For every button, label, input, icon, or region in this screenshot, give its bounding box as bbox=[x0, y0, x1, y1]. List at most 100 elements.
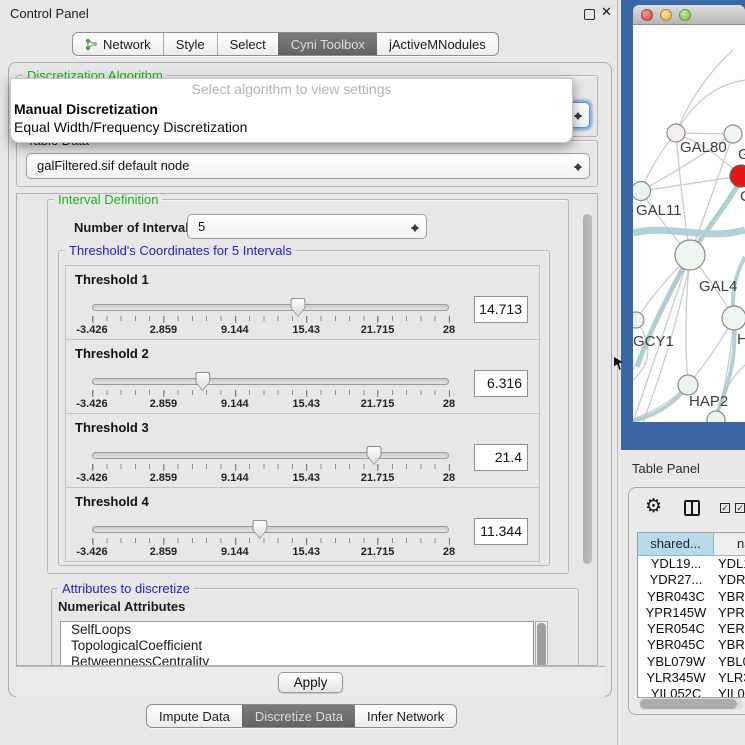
gear-icon[interactable]: ⚙ bbox=[645, 495, 662, 518]
attribute-list-item[interactable]: BetweennessCentrality bbox=[61, 654, 533, 666]
network-node-label: H bbox=[737, 331, 745, 348]
slider-thumb[interactable] bbox=[367, 446, 382, 465]
checkbox-icon[interactable]: ✓ bbox=[720, 503, 730, 513]
algorithm-popup-placeholder: Select algorithm to view settings bbox=[11, 79, 572, 100]
threshold-value-field[interactable]: 14.713 bbox=[474, 296, 528, 323]
network-node-label: GAL11 bbox=[636, 202, 682, 219]
algorithm-popup-item-manual[interactable]: Manual Discretization bbox=[11, 100, 572, 118]
table-data-group: Table Data galFiltered.sif default node bbox=[16, 140, 598, 187]
threshold-panel: Threshold 3 -3.4262.8599.14415.4321.7152… bbox=[65, 413, 540, 488]
table-panel: ⚙ ✓ ✓ shared... na YDL19... YDL1 YDR27..… bbox=[628, 487, 745, 715]
threshold-panel: Threshold 2 -3.4262.8599.14415.4321.7152… bbox=[65, 339, 540, 414]
tab-style[interactable]: Style bbox=[163, 33, 217, 55]
tab-infer-network[interactable]: Infer Network bbox=[355, 705, 456, 727]
slider-tick-labels: -3.4262.8599.14415.4321.71528 bbox=[92, 544, 449, 558]
network-node-label: GA bbox=[738, 146, 745, 163]
table-row[interactable]: YPR145W YPR1 bbox=[638, 605, 745, 621]
table-row[interactable]: YLR345W YLR3 bbox=[638, 670, 745, 686]
network-window-titlebar[interactable] bbox=[633, 5, 745, 25]
slider-thumb[interactable] bbox=[252, 520, 267, 539]
slider-track[interactable] bbox=[92, 304, 449, 311]
minimize-traffic-light[interactable] bbox=[660, 9, 672, 21]
threshold-label: Threshold 2 bbox=[75, 346, 149, 361]
numerical-attributes-list[interactable]: SelfLoopsTopologicalCoefficientBetweenne… bbox=[60, 621, 534, 666]
network-view-window[interactable]: GAL80 GAL11 GAL4 GCY1 HAP2 GA C H bbox=[621, 0, 745, 450]
attributes-list-scrollbar[interactable] bbox=[535, 621, 548, 666]
number-of-intervals-value: 5 bbox=[198, 219, 205, 234]
threshold-value-field[interactable]: 11.344 bbox=[474, 518, 528, 545]
apply-button[interactable]: Apply bbox=[278, 672, 344, 693]
slider-minor-ticks bbox=[92, 538, 450, 543]
checkbox-icon[interactable]: ✓ bbox=[735, 503, 745, 513]
network-graph[interactable]: GAL80 GAL11 GAL4 GCY1 HAP2 GA C H bbox=[633, 25, 745, 422]
algorithm-dropdown-popup: Select algorithm to view settings Manual… bbox=[10, 78, 573, 143]
columns-icon[interactable] bbox=[684, 500, 700, 516]
tab-network[interactable]: Network bbox=[73, 33, 163, 55]
attributes-group: Attributes to discretize Numerical Attri… bbox=[51, 588, 579, 666]
slider-track[interactable] bbox=[92, 526, 449, 533]
table-row[interactable]: YER054C YER0 bbox=[638, 621, 745, 637]
tab-cyni-toolbox[interactable]: Cyni Toolbox bbox=[278, 33, 377, 55]
zoom-traffic-light[interactable] bbox=[679, 9, 691, 21]
table-panel-title: Table Panel bbox=[632, 461, 700, 476]
attribute-list-item[interactable]: SelfLoops bbox=[61, 622, 533, 638]
node-attribute-table: shared... na YDL19... YDL1 YDR27... YDR2… bbox=[637, 532, 745, 698]
slider-track[interactable] bbox=[92, 452, 449, 459]
table-row[interactable]: YIL052C YIL0 bbox=[638, 686, 745, 698]
slider-minor-ticks bbox=[92, 316, 450, 321]
threshold-value-field[interactable]: 6.316 bbox=[474, 370, 528, 397]
threshold-label: Threshold 4 bbox=[75, 494, 149, 509]
slider-tick-labels: -3.4262.8599.14415.4321.71528 bbox=[92, 470, 449, 484]
column-header-name[interactable]: na bbox=[714, 533, 745, 556]
network-canvas[interactable]: GAL80 GAL11 GAL4 GCY1 HAP2 GA C H bbox=[633, 25, 745, 422]
table-row[interactable]: YBL079W YBL0 bbox=[638, 654, 745, 670]
threshold-slider[interactable]: -3.4262.8599.14415.4321.71528 bbox=[92, 370, 449, 410]
bottom-tab-bar: Impute Data Discretize Data Infer Networ… bbox=[146, 704, 457, 728]
network-node-gal11[interactable] bbox=[633, 182, 651, 201]
slider-thumb[interactable] bbox=[195, 372, 210, 391]
slider-minor-ticks bbox=[92, 464, 450, 469]
column-header-shared-name[interactable]: shared... bbox=[638, 533, 714, 556]
table-panel-toolbar: ⚙ ✓ ✓ bbox=[629, 488, 745, 530]
thresholds-group: Threshold's Coordinates for 5 Intervals … bbox=[58, 250, 550, 566]
threshold-slider[interactable]: -3.4262.8599.14415.4321.71528 bbox=[92, 296, 449, 336]
close-traffic-light[interactable] bbox=[641, 9, 653, 21]
threshold-slider[interactable]: -3.4262.8599.14415.4321.71528 bbox=[92, 518, 449, 558]
number-of-intervals-combobox[interactable]: 5 bbox=[187, 214, 427, 239]
interval-definition-group-title: Interval Definition bbox=[54, 193, 162, 207]
table-row[interactable]: YBR045C YBR0 bbox=[638, 637, 745, 653]
table-data-combobox[interactable]: galFiltered.sif default node bbox=[26, 153, 590, 179]
table-row[interactable]: YBR043C YBR0 bbox=[638, 589, 745, 605]
network-node-gcy1[interactable] bbox=[633, 312, 644, 328]
network-node-label: GAL80 bbox=[680, 139, 727, 156]
network-node-label: GAL4 bbox=[699, 278, 737, 295]
network-node[interactable] bbox=[707, 411, 725, 422]
slider-minor-ticks bbox=[92, 390, 450, 395]
control-panel: Control Panel ✕ Network Style Select Cyn… bbox=[0, 0, 618, 745]
network-node-h[interactable] bbox=[722, 306, 745, 330]
slider-track[interactable] bbox=[92, 378, 449, 385]
network-node-hap2[interactable] bbox=[678, 375, 698, 395]
tab-select[interactable]: Select bbox=[217, 33, 278, 55]
threshold-value-field[interactable]: 21.4 bbox=[474, 444, 528, 471]
threshold-slider[interactable]: -3.4262.8599.14415.4321.71528 bbox=[92, 444, 449, 484]
top-tab-bar: Network Style Select Cyni Toolbox jActiv… bbox=[72, 32, 499, 56]
table-row[interactable]: YDR27... YDR2 bbox=[638, 572, 745, 588]
network-node-label: HAP2 bbox=[689, 393, 728, 410]
control-panel-title: Control Panel bbox=[10, 6, 89, 21]
tab-jactivemnodules[interactable]: jActiveMNodules bbox=[377, 33, 498, 55]
apply-row: Apply bbox=[16, 666, 605, 697]
algorithm-popup-item-equal-width[interactable]: Equal Width/Frequency Discretization bbox=[11, 118, 572, 136]
close-icon[interactable]: ✕ bbox=[601, 4, 612, 20]
network-node-gal4[interactable] bbox=[675, 240, 705, 270]
combo-stepper-icon bbox=[573, 158, 582, 176]
scroll-pane-scrollbar[interactable] bbox=[583, 214, 592, 564]
float-window-icon[interactable] bbox=[584, 9, 595, 20]
tab-impute-data[interactable]: Impute Data bbox=[147, 705, 242, 727]
slider-thumb[interactable] bbox=[290, 298, 305, 317]
table-row[interactable]: YDL19... YDL1 bbox=[638, 556, 745, 572]
tab-discretize-data[interactable]: Discretize Data bbox=[242, 705, 355, 727]
threshold-panel: Threshold 4 -3.4262.8599.14415.4321.7152… bbox=[65, 487, 540, 562]
attribute-list-item[interactable]: TopologicalCoefficient bbox=[61, 638, 533, 654]
table-horizontal-scrollbar[interactable] bbox=[639, 698, 743, 710]
